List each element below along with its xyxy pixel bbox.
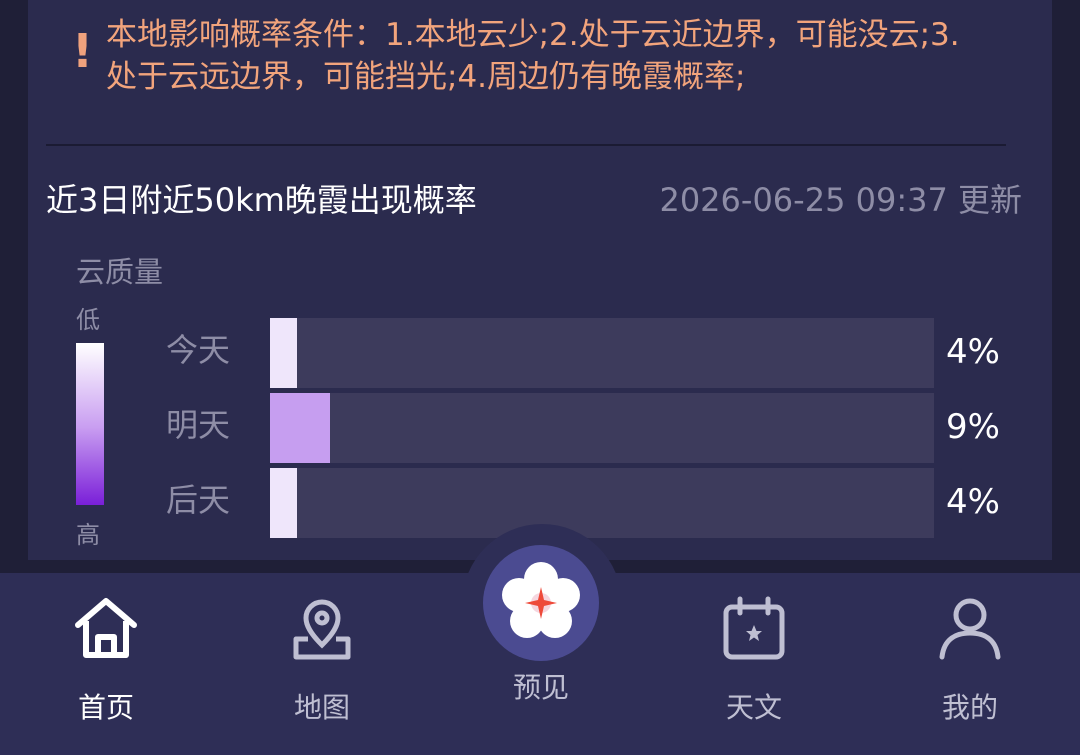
forecast-title: 近3日附近50km晚霞出现概率 <box>46 181 477 219</box>
notice-text: 本地影响概率条件：1.本地云少;2.处于云近边界，可能没云;3.处于云远边界，可… <box>106 17 960 95</box>
calendar-icon <box>723 596 785 660</box>
nav-astronomy[interactable]: 天文 <box>694 593 814 733</box>
probability-row-tomorrow: 明天 9% <box>28 393 1052 463</box>
divider <box>46 144 1006 146</box>
nav-label-preview: 预见 <box>512 671 569 704</box>
forecast-card: ! 本地影响概率条件：1.本地云少;2.处于云近边界，可能没云;3.处于云远边界… <box>28 0 1052 560</box>
probability-percent: 9% <box>946 407 1000 447</box>
nav-label: 地图 <box>293 691 350 724</box>
day-label: 后天 <box>166 481 231 519</box>
probability-percent: 4% <box>946 482 1000 522</box>
updated-timestamp: 2026-06-25 09:37 更新 <box>659 181 1022 219</box>
day-label: 明天 <box>166 406 231 444</box>
nav-label: 我的 <box>941 691 998 724</box>
legend-title: 云质量 <box>76 255 164 289</box>
probability-track <box>270 393 934 463</box>
probability-fill <box>270 468 297 538</box>
preview-center-button[interactable] <box>483 545 599 661</box>
map-pin-icon <box>293 599 351 660</box>
day-label: 今天 <box>166 331 231 369</box>
nav-home[interactable]: 首页 <box>46 593 166 733</box>
probability-track <box>270 468 934 538</box>
nav-profile[interactable]: 我的 <box>910 593 1030 733</box>
home-icon <box>75 598 137 658</box>
probability-fill <box>270 393 330 463</box>
nav-label: 首页 <box>77 691 134 724</box>
nav-map[interactable]: 地图 <box>262 593 382 733</box>
warning-icon: ! <box>72 24 93 78</box>
probability-row-today: 今天 4% <box>28 318 1052 388</box>
probability-fill <box>270 318 297 388</box>
probability-track <box>270 318 934 388</box>
nav-label: 天文 <box>725 691 782 724</box>
probability-percent: 4% <box>946 332 1000 372</box>
plum-blossom-icon <box>502 562 580 638</box>
user-icon <box>939 598 1001 660</box>
